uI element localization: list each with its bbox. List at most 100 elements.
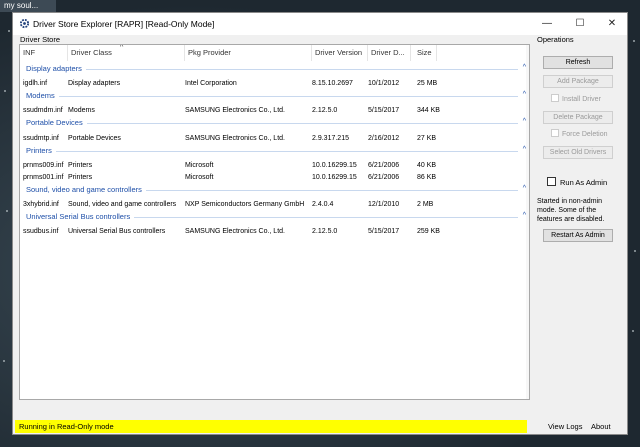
group-divider: [56, 151, 518, 152]
delete-package-button[interactable]: Delete Package: [543, 111, 613, 124]
cell-driver-version: 10.0.16299.15: [312, 162, 357, 169]
driver-list[interactable]: INF Driver Class ^ Pkg Provider Driver V…: [19, 44, 530, 400]
desktop-star: [634, 250, 636, 252]
column-header-driver-class[interactable]: Driver Class ^: [68, 45, 185, 61]
cell-pkg-provider: Intel Corporation: [185, 80, 237, 87]
table-row[interactable]: ssudmtp.inf Portable Devices SAMSUNG Elect…: [20, 133, 529, 144]
desktop-star: [633, 40, 635, 42]
checkbox-label: Force Deletion: [562, 131, 608, 138]
maximize-button[interactable]: ☐: [565, 13, 595, 35]
checkbox-label: Install Driver: [562, 96, 601, 103]
column-header-driver-version[interactable]: Driver Version: [312, 45, 368, 61]
status-text: Running in Read-Only mode: [19, 422, 114, 431]
driver-store-label: Driver Store: [20, 35, 61, 44]
column-header-size[interactable]: Size: [411, 45, 437, 61]
column-header-pkg-provider[interactable]: Pkg Provider: [185, 45, 312, 61]
view-logs-link[interactable]: View Logs: [548, 422, 582, 431]
cell-driver-date: 2/16/2012: [368, 135, 400, 142]
cell-driver-date: 5/15/2017: [368, 107, 400, 114]
group-divider: [134, 217, 518, 218]
sort-ascending-icon: ^: [120, 44, 124, 51]
group-header[interactable]: Modems: [26, 90, 55, 101]
desktop-star: [8, 30, 10, 32]
table-row[interactable]: prnms009.inf Printers Microsoft 10.0.16299.…: [20, 160, 529, 171]
table-row[interactable]: igdlh.inf Display adapters Intel Corporati…: [20, 78, 529, 89]
status-bar: Running in Read-Only mode: [15, 420, 527, 433]
cell-driver-version: 10.0.16299.15: [312, 174, 357, 181]
cell-driver-version: 2.9.317.215: [312, 135, 349, 142]
table-row[interactable]: ssudmdm.inf Modems SAMSUNG Electronics Co.…: [20, 105, 529, 116]
admin-mode-note: Started in non-admin mode. Some of the f…: [537, 198, 605, 223]
cell-driver-version: 2.12.5.0: [312, 228, 338, 235]
app-window: Driver Store Explorer [RAPR] [Read-Only …: [12, 12, 628, 435]
taskbar-item[interactable]: my soul...: [0, 0, 56, 12]
column-header-driver-date[interactable]: Driver D...: [368, 45, 411, 61]
minimize-button[interactable]: —: [532, 13, 562, 35]
cell-driver-class: Printers: [68, 174, 93, 181]
table-row[interactable]: 3xhybrid.inf Sound, video and game contro…: [20, 199, 529, 210]
cell-driver-version: 8.15.10.2697: [312, 80, 353, 87]
table-row[interactable]: prnms001.inf Printers Microsoft 10.0.16299.…: [20, 172, 529, 183]
cell-inf: igdlh.inf: [23, 80, 48, 87]
cell-driver-date: 6/21/2006: [368, 174, 400, 181]
cell-driver-class: Display adapters: [68, 80, 121, 87]
gear-icon: [19, 18, 30, 29]
group-divider: [87, 123, 518, 124]
column-header-label: Driver Class: [71, 48, 112, 57]
cell-pkg-provider: Microsoft: [185, 162, 214, 169]
cell-driver-date: 6/21/2006: [368, 162, 400, 169]
close-button[interactable]: ✕: [597, 13, 627, 35]
group-header[interactable]: Display adapters: [26, 63, 82, 74]
cell-driver-class: Printers: [68, 162, 93, 169]
scrollbar[interactable]: [526, 45, 529, 399]
group-header[interactable]: Portable Devices: [26, 117, 83, 128]
cell-size: 86 KB: [417, 174, 437, 181]
cell-inf: ssudmdm.inf: [23, 107, 63, 114]
group-divider: [146, 190, 518, 191]
about-link[interactable]: About: [591, 422, 611, 431]
group-divider: [86, 69, 518, 70]
operations-label: Operations: [537, 35, 574, 44]
run-as-admin-checkbox[interactable]: Run As Admin: [547, 177, 607, 187]
cell-driver-class: Universal Serial Bus controllers: [68, 228, 166, 235]
cell-driver-class: Sound, video and game controllers: [68, 201, 177, 208]
cell-inf: 3xhybrid.inf: [23, 201, 59, 208]
cell-inf: prnms009.inf: [23, 162, 64, 169]
window-title: Driver Store Explorer [RAPR] [Read-Only …: [33, 19, 215, 29]
group-header[interactable]: Sound, video and game controllers: [26, 184, 142, 195]
cell-driver-date: 10/1/2012: [368, 80, 400, 87]
cell-size: 344 KB: [417, 107, 440, 114]
cell-size: 2 MB: [417, 201, 434, 208]
force-deletion-checkbox[interactable]: Force Deletion: [551, 129, 608, 139]
select-old-drivers-button[interactable]: Select Old Drivers: [543, 146, 613, 159]
cell-pkg-provider: SAMSUNG Electronics Co., Ltd.: [185, 107, 285, 114]
cell-size: 27 KB: [417, 135, 437, 142]
cell-size: 25 MB: [417, 80, 438, 87]
column-header-inf[interactable]: INF: [20, 45, 68, 61]
restart-as-admin-button[interactable]: Restart As Admin: [543, 229, 613, 242]
checkbox-box: [551, 129, 559, 137]
cell-driver-class: Modems: [68, 107, 95, 114]
checkbox-box: [551, 94, 559, 102]
cell-driver-date: 5/15/2017: [368, 228, 400, 235]
cell-pkg-provider: Microsoft: [185, 174, 214, 181]
title-bar[interactable]: Driver Store Explorer [RAPR] [Read-Only …: [13, 13, 627, 35]
cell-inf: prnms001.inf: [23, 174, 64, 181]
group-divider: [59, 96, 518, 97]
desktop-star: [6, 210, 8, 212]
cell-inf: ssudbus.inf: [23, 228, 59, 235]
cell-driver-version: 2.12.5.0: [312, 107, 338, 114]
cell-pkg-provider: NXP Semiconductors Germany GmbH: [185, 201, 305, 208]
install-driver-checkbox[interactable]: Install Driver: [551, 94, 601, 104]
cell-pkg-provider: SAMSUNG Electronics Co., Ltd.: [185, 135, 285, 142]
group-header[interactable]: Printers: [26, 145, 52, 156]
table-row[interactable]: ssudbus.inf Universal Serial Bus controll…: [20, 226, 529, 237]
checkbox-box: [547, 177, 556, 186]
cell-driver-version: 2.4.0.4: [312, 201, 334, 208]
group-header[interactable]: Universal Serial Bus controllers: [26, 211, 130, 222]
refresh-button[interactable]: Refresh: [543, 56, 613, 69]
cell-pkg-provider: SAMSUNG Electronics Co., Ltd.: [185, 228, 285, 235]
checkbox-label: Run As Admin: [560, 178, 608, 187]
add-package-button[interactable]: Add Package: [543, 75, 613, 88]
cell-size: 259 KB: [417, 228, 440, 235]
